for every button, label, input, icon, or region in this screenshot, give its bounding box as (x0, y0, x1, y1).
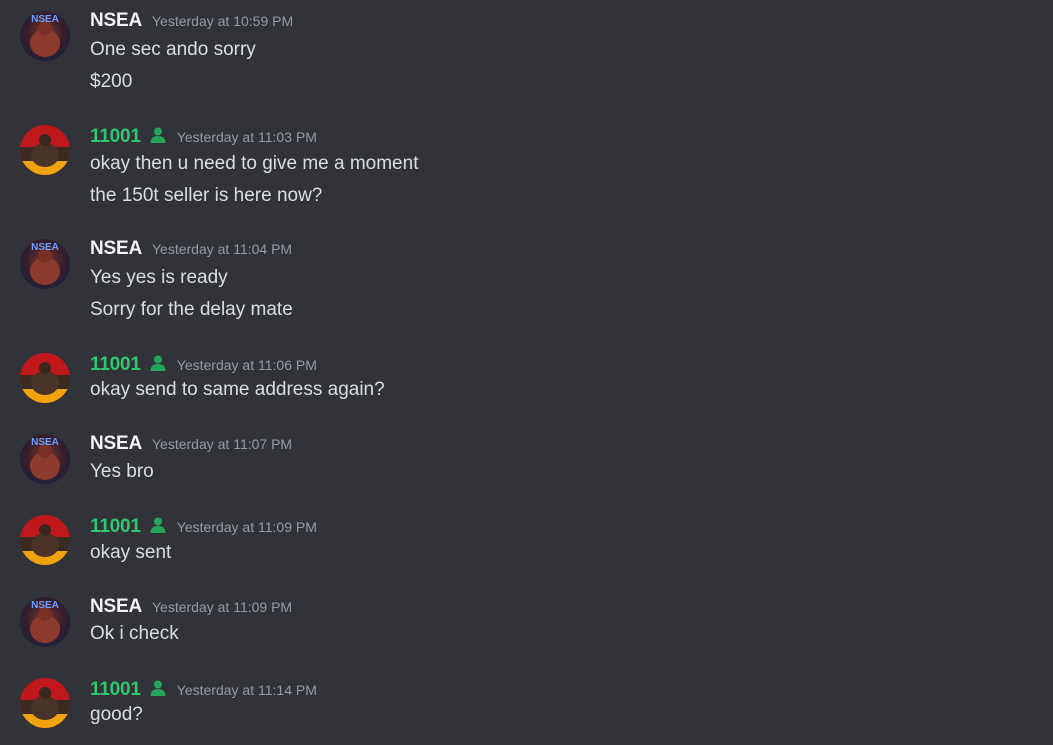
nsea-avatar-icon: NSEA (20, 434, 70, 484)
username[interactable]: NSEA (90, 433, 142, 455)
chat-messages: NSEA NSEA Yesterday at 10:59 PM One sec … (0, 0, 1053, 745)
nsea-avatar-icon: NSEA (20, 239, 70, 289)
nsea-avatar-icon: NSEA (20, 11, 70, 61)
person-icon[interactable] (149, 516, 167, 534)
avatar-11001[interactable] (20, 678, 70, 728)
person-icon[interactable] (149, 354, 167, 372)
timestamp[interactable]: Yesterday at 11:09 PM (152, 599, 292, 615)
svg-text:NSEA: NSEA (31, 437, 59, 448)
timestamp[interactable]: Yesterday at 11:06 PM (177, 357, 317, 373)
avatar-11001[interactable] (20, 353, 70, 403)
message-text: Ok i check (90, 623, 179, 644)
avatar-11001[interactable] (20, 515, 70, 565)
username[interactable]: 11001 (90, 126, 141, 148)
username[interactable]: 11001 (90, 516, 141, 538)
message-header: NSEA Yesterday at 11:07 PM (90, 433, 292, 457)
message-text: Sorry for the delay mate (90, 299, 293, 320)
message-text: okay sent (90, 542, 172, 563)
message-text: $200 (90, 71, 133, 92)
message-text: good? (90, 704, 143, 725)
avatar-nsea[interactable]: NSEA (20, 597, 70, 647)
11001-avatar-icon (20, 353, 70, 403)
message-text: okay then u need to give me a moment (90, 153, 419, 174)
message-header: 11001 Yesterday at 11:03 PM (90, 124, 317, 148)
avatar-nsea[interactable]: NSEA (20, 11, 70, 61)
message-text: One sec ando sorry (90, 39, 256, 60)
timestamp[interactable]: Yesterday at 10:59 PM (152, 13, 293, 29)
person-icon[interactable] (149, 126, 167, 144)
message-header: 11001 Yesterday at 11:09 PM (90, 514, 317, 538)
username[interactable]: 11001 (90, 679, 141, 701)
person-icon[interactable] (149, 679, 167, 697)
svg-text:NSEA: NSEA (31, 600, 59, 611)
message-text: okay send to same address again? (90, 379, 385, 400)
message-header: 11001 Yesterday at 11:06 PM (90, 352, 317, 376)
message-header: NSEA Yesterday at 10:59 PM (90, 10, 293, 34)
11001-avatar-icon (20, 125, 70, 175)
message-text: Yes yes is ready (90, 267, 228, 288)
message-header: NSEA Yesterday at 11:09 PM (90, 596, 292, 620)
username[interactable]: 11001 (90, 354, 141, 376)
timestamp[interactable]: Yesterday at 11:07 PM (152, 436, 292, 452)
timestamp[interactable]: Yesterday at 11:09 PM (177, 519, 317, 535)
avatar-11001[interactable] (20, 125, 70, 175)
username[interactable]: NSEA (90, 238, 142, 260)
timestamp[interactable]: Yesterday at 11:04 PM (152, 241, 292, 257)
username[interactable]: NSEA (90, 596, 142, 618)
11001-avatar-icon (20, 515, 70, 565)
message-header: NSEA Yesterday at 11:04 PM (90, 238, 292, 262)
timestamp[interactable]: Yesterday at 11:03 PM (177, 129, 317, 145)
nsea-avatar-icon: NSEA (20, 597, 70, 647)
timestamp[interactable]: Yesterday at 11:14 PM (177, 682, 317, 698)
avatar-nsea[interactable]: NSEA (20, 434, 70, 484)
message-text: the 150t seller is here now? (90, 185, 323, 206)
message-text: Yes bro (90, 461, 154, 482)
message-header: 11001 Yesterday at 11:14 PM (90, 677, 317, 701)
avatar-nsea[interactable]: NSEA (20, 239, 70, 289)
svg-text:NSEA: NSEA (31, 242, 59, 253)
svg-text:NSEA: NSEA (31, 14, 59, 25)
username[interactable]: NSEA (90, 10, 142, 32)
11001-avatar-icon (20, 678, 70, 728)
